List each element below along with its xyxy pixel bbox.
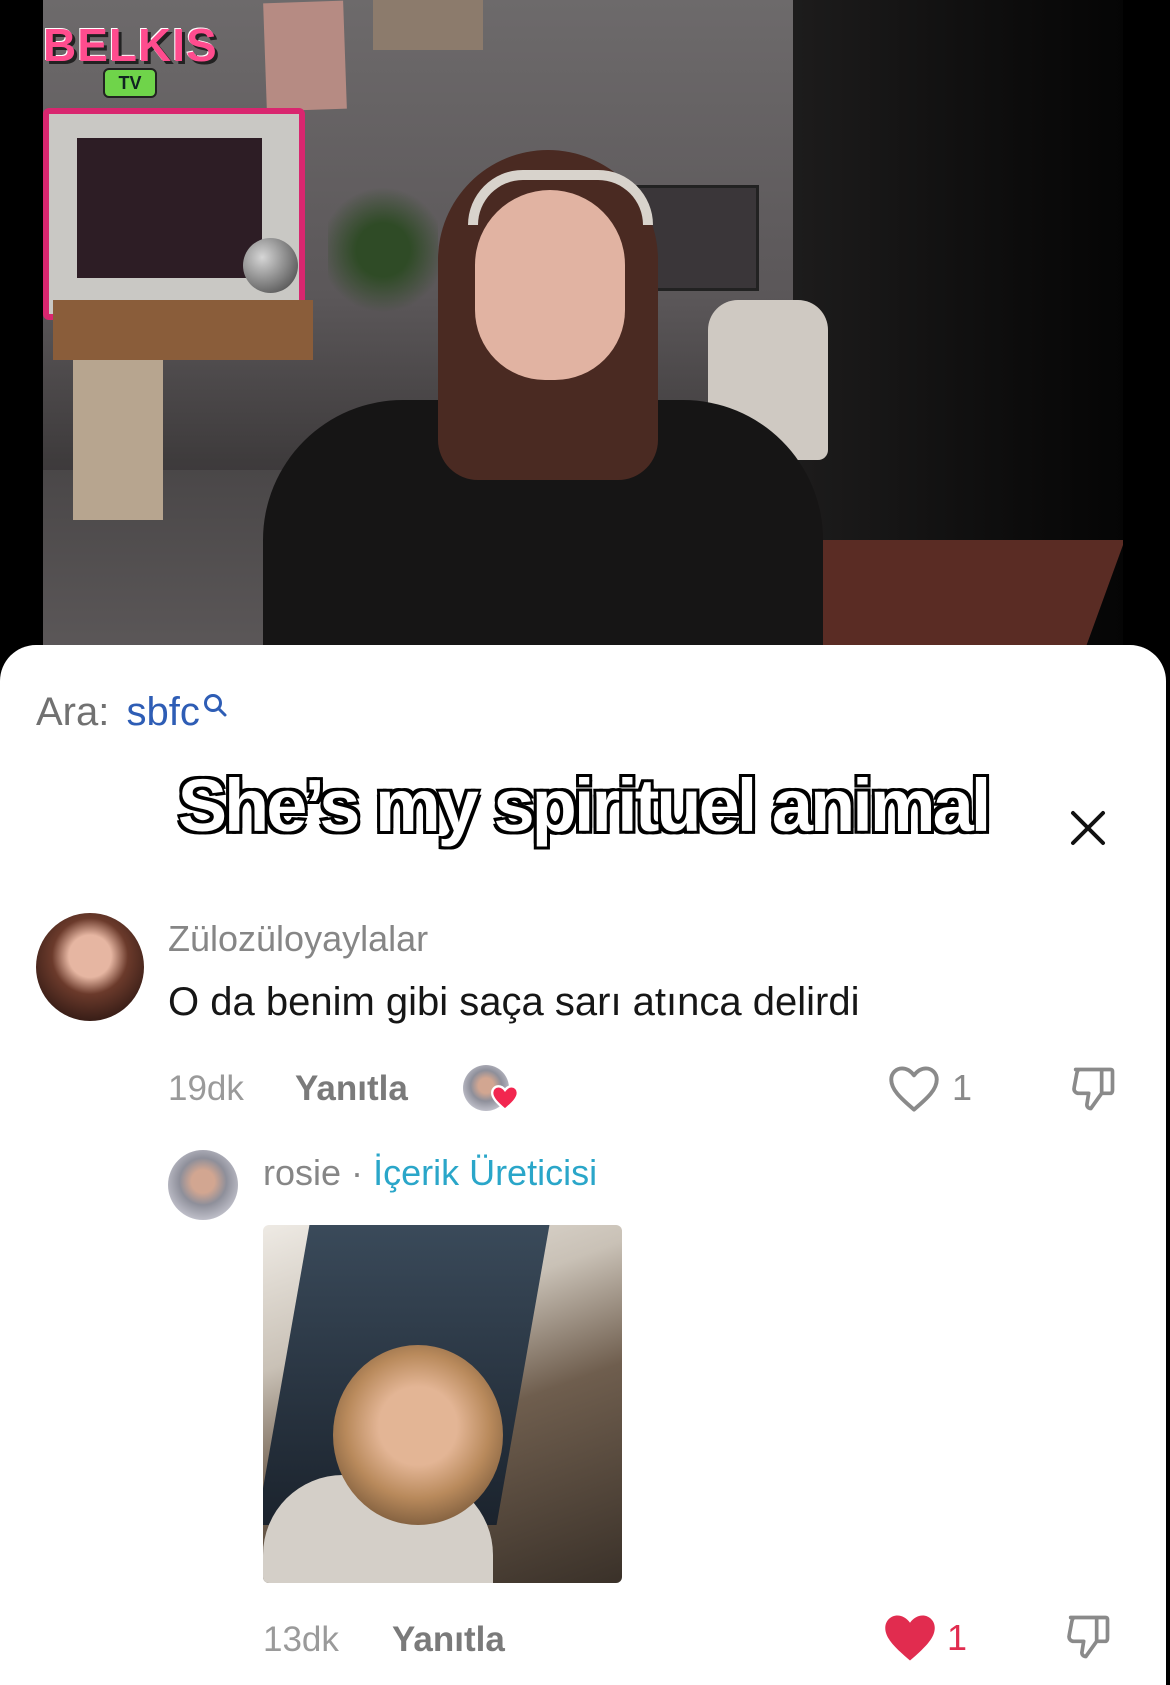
reply-button[interactable]: Yanıtla: [295, 1069, 408, 1109]
reply-time: 13dk: [263, 1620, 339, 1659]
video-caption-overlay: She’s my spirituel animal: [176, 763, 993, 849]
like-heart-outline-icon[interactable]: [888, 1065, 940, 1113]
comment-like-count: 1: [952, 1067, 973, 1108]
channel-logo: BELKIS: [43, 19, 218, 71]
comment-time: 19dk: [168, 1069, 244, 1108]
creator-badge: İçerik Üreticisi: [373, 1152, 598, 1193]
comment-username[interactable]: Zülozüloyaylalar: [168, 918, 428, 960]
thumbs-down-icon[interactable]: [1067, 1063, 1119, 1115]
reply-like-count: 1: [947, 1617, 968, 1658]
wall-poster: [263, 0, 347, 112]
commenter-avatar[interactable]: [36, 913, 144, 1021]
separator-dot: ·: [351, 1152, 364, 1193]
creator-liked-heart-icon: [491, 1085, 519, 1111]
tv-screen: [77, 138, 262, 278]
search-suggestion[interactable]: Ara: sbfc: [36, 690, 228, 735]
like-heart-filled-icon[interactable]: [883, 1613, 937, 1663]
search-icon: [203, 694, 227, 717]
close-icon[interactable]: [1065, 805, 1111, 851]
video-person: [263, 140, 823, 660]
reply-username-row: rosie · İçerik Üreticisi: [263, 1152, 597, 1194]
reply-avatar[interactable]: [168, 1150, 238, 1220]
image-person-head: [333, 1345, 503, 1525]
person-headband: [468, 170, 653, 225]
comments-sheet: Ara: sbfc She’s my spirituel animal Zülo…: [0, 645, 1166, 1685]
reply-username[interactable]: rosie: [263, 1152, 341, 1193]
comment-text: O da benim gibi saça sarı atınca delirdi: [168, 980, 860, 1024]
thumbs-down-icon[interactable]: [1062, 1611, 1114, 1663]
search-prefix: Ara:: [36, 690, 110, 734]
reply-image-attachment[interactable]: [263, 1225, 622, 1583]
search-term-link[interactable]: sbfc: [126, 690, 199, 734]
wall-poster: [373, 0, 483, 50]
video-player[interactable]: BELKIS TV: [43, 0, 1123, 660]
desk-drawers: [73, 360, 163, 520]
reply-button[interactable]: Yanıtla: [392, 1620, 505, 1660]
channel-logo-sub: TV: [103, 68, 157, 98]
